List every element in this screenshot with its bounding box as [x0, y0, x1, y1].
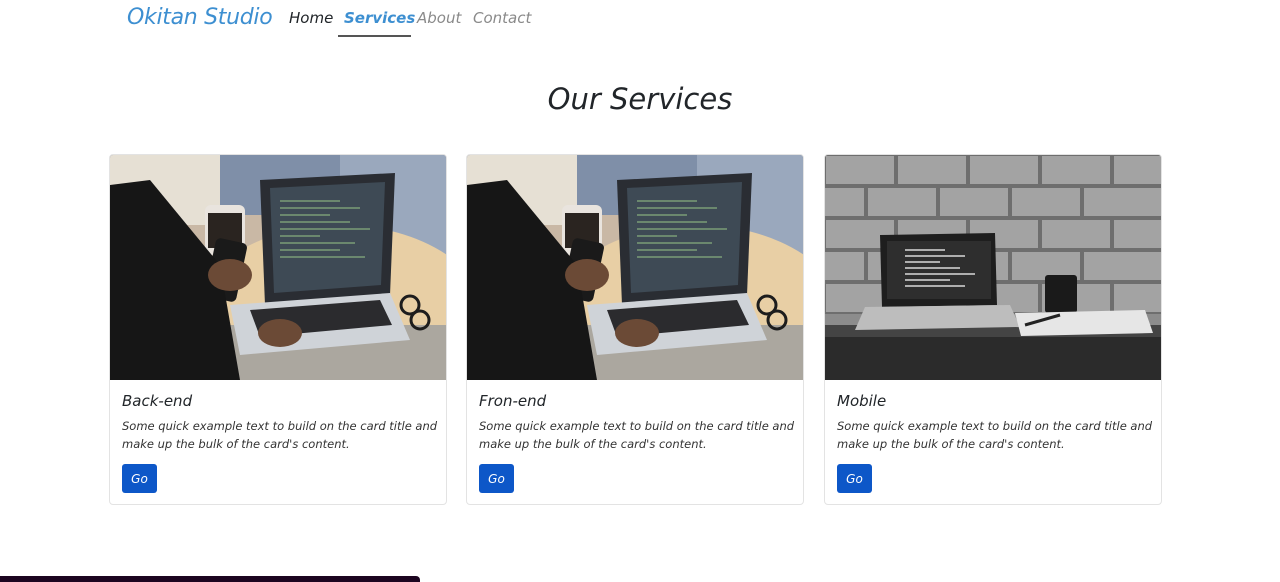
card-image-brick-wall-laptop-photo [825, 155, 1161, 380]
card-title: Back-end [122, 392, 193, 410]
go-button[interactable]: Go [122, 464, 157, 493]
card-text: Some quick example text to build on the … [122, 419, 438, 451]
card-image-laptop-photo [467, 155, 803, 380]
card-title: Mobile [837, 392, 887, 410]
go-button[interactable]: Go [479, 464, 514, 493]
card-title: Fron-end [479, 392, 547, 410]
card-image-laptop-photo [110, 155, 446, 380]
navbar: Okitan Studio Home Services About Contac… [0, 0, 1280, 40]
card-text: Some quick example text to build on the … [837, 419, 1153, 451]
service-card-backend: Back-end Some quick example text to buil… [109, 154, 447, 505]
nav-link-home[interactable]: Home [289, 9, 333, 27]
footer-bar-edge [0, 576, 420, 582]
section-title: Our Services [547, 82, 733, 116]
service-card-frontend: Fron-end Some quick example text to buil… [466, 154, 804, 505]
nav-link-contact[interactable]: Contact [473, 9, 531, 27]
brand-logo[interactable]: Okitan Studio [127, 5, 273, 30]
go-button[interactable]: Go [837, 464, 872, 493]
card-text: Some quick example text to build on the … [479, 419, 795, 451]
nav-link-about[interactable]: About [417, 9, 461, 27]
nav-link-services[interactable]: Services [344, 9, 415, 27]
active-nav-indicator [338, 35, 411, 37]
service-card-mobile: Mobile Some quick example text to build … [824, 154, 1162, 505]
